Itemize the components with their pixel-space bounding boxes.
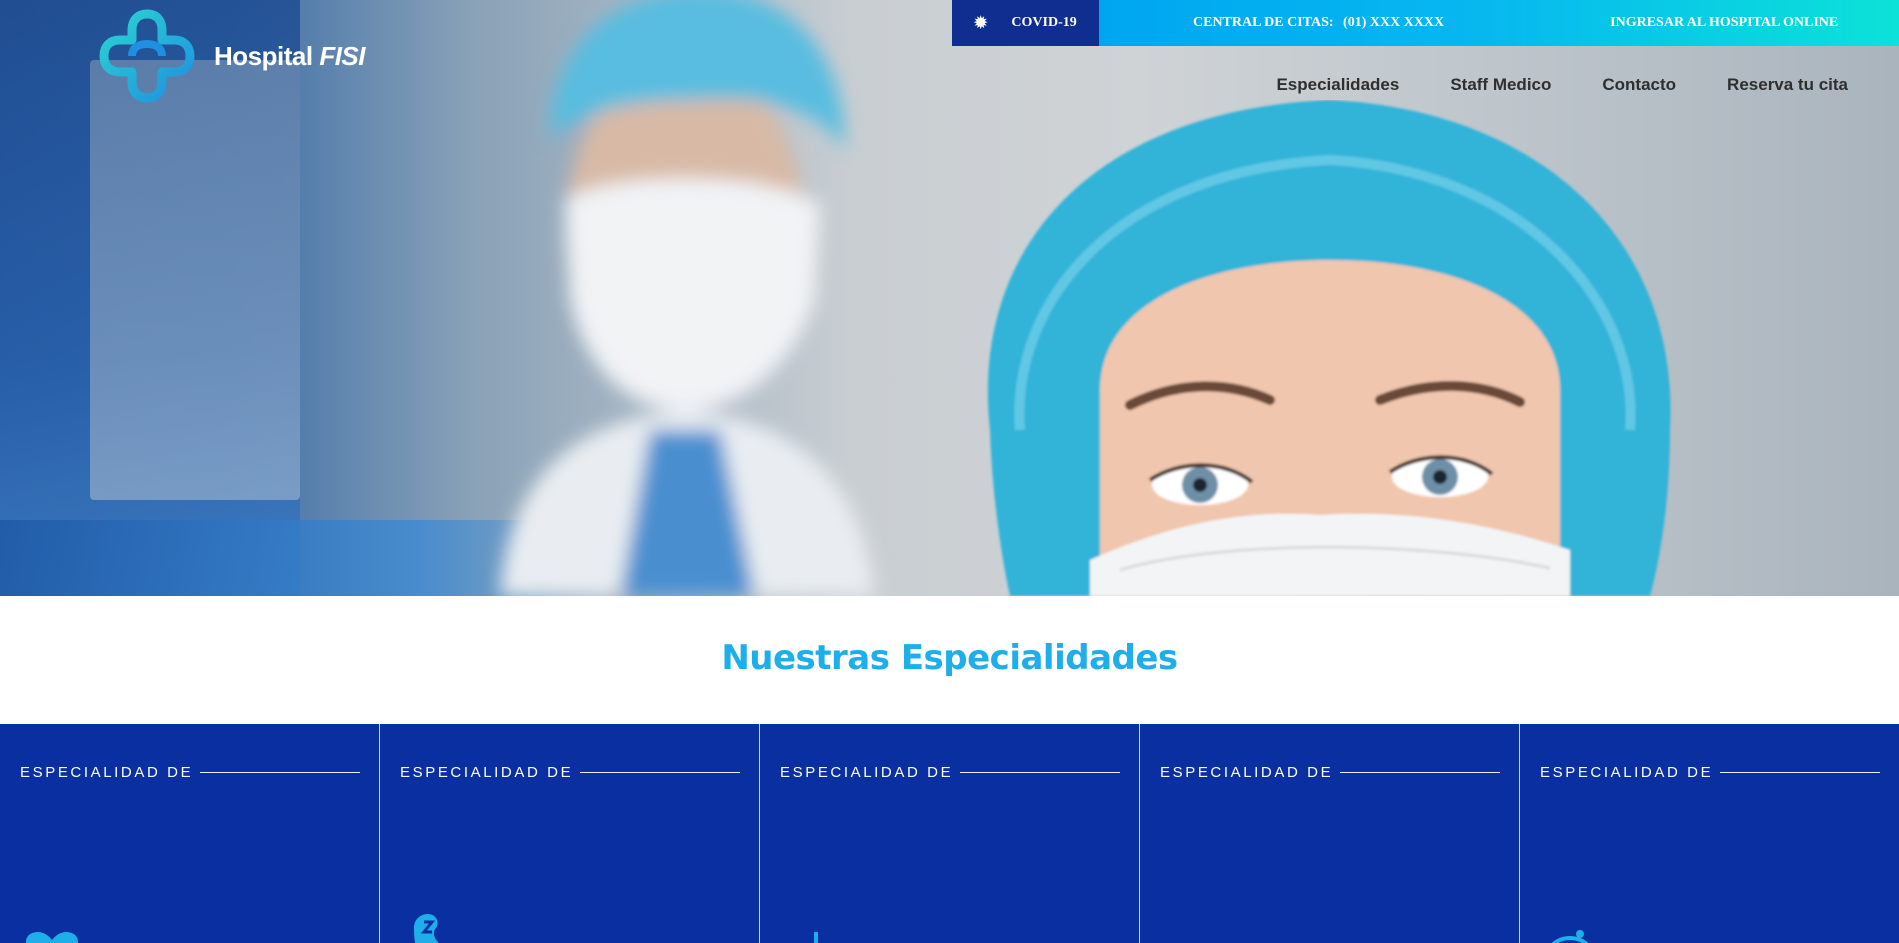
nav-contacto[interactable]: Contacto [1602, 75, 1676, 95]
virus-icon: ✹ [974, 15, 988, 32]
main-nav: Especialidades Staff Medico Contacto Res… [1225, 75, 1848, 95]
nav-reserva-cita[interactable]: Reserva tu cita [1727, 75, 1848, 95]
specialty-card[interactable]: ESPECIALIDAD DE [760, 724, 1140, 943]
site-logo[interactable]: Hospital FISI [98, 8, 365, 104]
specialty-card-label: ESPECIALIDAD DE [400, 764, 574, 781]
specialty-card[interactable]: ESPECIALIDAD DE [380, 724, 760, 943]
foot-icon [814, 932, 818, 943]
specialty-card[interactable]: ESPECIALIDAD DE [1520, 724, 1899, 943]
heart-icon [26, 932, 78, 943]
hospital-cross-icon [99, 9, 195, 103]
specialty-card-label: ESPECIALIDAD DE [20, 764, 194, 781]
citas-number: (01) XXX XXXX [1343, 15, 1445, 30]
nav-especialidades[interactable]: Especialidades [1276, 75, 1399, 95]
covid-label: COVID-19 [1011, 15, 1077, 30]
citas-label: CENTRAL DE CITAS: [1193, 15, 1334, 30]
specialties-grid: ESPECIALIDAD DE ESPECIALIDAD DE ESPECIAL… [0, 724, 1899, 943]
section-title: Nuestras Especialidades [721, 638, 1178, 678]
nav-staff-medico[interactable]: Staff Medico [1450, 75, 1551, 95]
brand-name: Hospital FISI [214, 41, 365, 72]
divider [580, 772, 740, 773]
hero-background-window [90, 60, 300, 500]
divider [1340, 772, 1500, 773]
divider [1720, 772, 1880, 773]
citas-info[interactable]: CENTRAL DE CITAS: (01) XXX XXXX [1193, 15, 1444, 31]
divider [960, 772, 1120, 773]
online-hospital-link[interactable]: INGRESAR AL HOSPITAL ONLINE [1610, 15, 1838, 31]
nurse-figure [987, 100, 1671, 596]
specialty-card-label: ESPECIALIDAD DE [1160, 764, 1334, 781]
stethoscope-icon [1551, 930, 1589, 943]
divider [200, 772, 360, 773]
specialty-card[interactable]: ESPECIALIDAD DE [1140, 724, 1520, 943]
specialty-card-label: ESPECIALIDAD DE [780, 764, 954, 781]
kidney-icon [414, 914, 439, 943]
specialty-card[interactable]: ESPECIALIDAD DE [0, 724, 380, 943]
brand-name-italic: FISI [319, 40, 365, 71]
brand-name-main: Hospital [214, 40, 313, 71]
doctor-figure [500, 0, 875, 596]
specialty-card-label: ESPECIALIDAD DE [1540, 764, 1714, 781]
top-bar: ✹ COVID-19 CENTRAL DE CITAS: (01) XXX XX… [952, 0, 1899, 46]
top-bar-info: CENTRAL DE CITAS: (01) XXX XXXX INGRESAR… [1099, 0, 1899, 46]
covid-button[interactable]: ✹ COVID-19 [952, 0, 1099, 46]
